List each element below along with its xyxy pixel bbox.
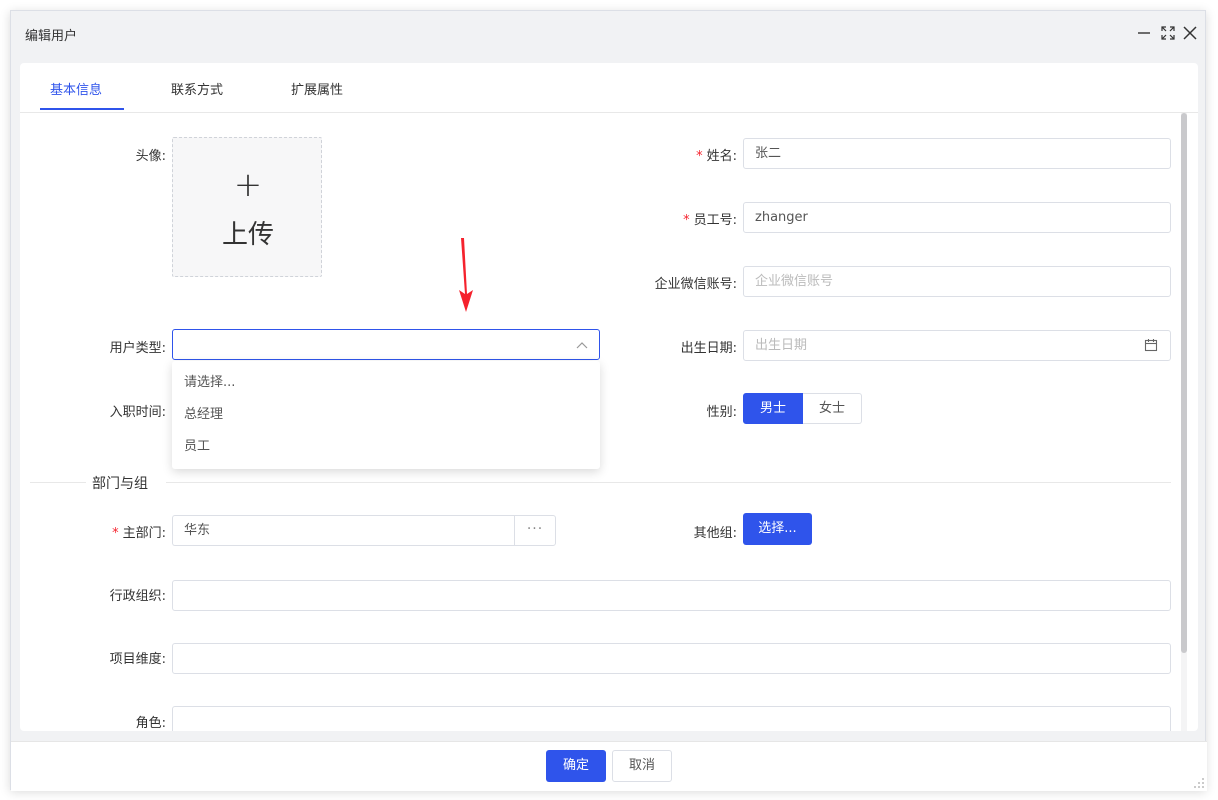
gender-female-button[interactable]: 女士 [803, 393, 862, 424]
section-divider-left [30, 482, 86, 483]
user-type-label: 用户类型: [109, 341, 166, 356]
required-mark: * [112, 526, 119, 541]
role-input[interactable] [172, 706, 1171, 731]
required-mark: * [683, 213, 690, 228]
admin-org-label: 行政组织: [109, 589, 166, 604]
dropdown-option[interactable]: 请选择... [172, 367, 600, 399]
plus-icon: + [233, 165, 263, 205]
name-label: * 姓名: [696, 149, 737, 164]
project-dim-label: 项目维度: [109, 652, 166, 667]
employee-no-input[interactable]: zhanger [743, 202, 1171, 233]
active-tab-indicator [40, 108, 124, 110]
tab-extended-attributes[interactable]: 扩展属性 [291, 79, 343, 98]
tab-contact[interactable]: 联系方式 [171, 79, 223, 98]
wechat-input[interactable]: 企业微信账号 [743, 266, 1171, 297]
minimize-icon[interactable] [1134, 23, 1154, 43]
dialog-footer: 确定 取消 [11, 741, 1207, 791]
form-panel: 基本信息 联系方式 扩展属性 头像: + 上传 * 姓名: 张二 * 员工号: zh… [20, 63, 1198, 731]
role-label: 角色: [135, 716, 166, 731]
select-group-button[interactable]: 选择... [743, 513, 812, 545]
name-input[interactable]: 张二 [743, 138, 1171, 169]
maximize-icon[interactable] [1158, 23, 1178, 43]
close-icon[interactable] [1180, 23, 1200, 43]
dialog-title: 编辑用户 [25, 29, 78, 44]
user-type-select[interactable] [172, 329, 600, 360]
resize-grip-icon[interactable] [1191, 775, 1205, 789]
confirm-button[interactable]: 确定 [546, 750, 606, 782]
avatar-label: 头像: [135, 149, 166, 164]
admin-org-input[interactable] [172, 580, 1171, 611]
gender-male-button[interactable]: 男士 [743, 393, 803, 424]
edit-user-dialog: 编辑用户 基本信息 联系方式 扩展属性 头像: + 上传 * 姓名: 张二 * … [10, 10, 1207, 791]
required-mark: * [696, 149, 703, 164]
cancel-button[interactable]: 取消 [612, 750, 672, 782]
tab-bar: 基本信息 联系方式 扩展属性 [20, 63, 1198, 113]
main-dept-input[interactable]: 华东 [172, 515, 514, 546]
chevron-up-icon[interactable] [576, 341, 588, 349]
scrollbar-thumb[interactable] [1181, 113, 1187, 653]
wechat-label: 企业微信账号: [654, 277, 737, 292]
avatar-upload[interactable]: + 上传 [172, 137, 322, 277]
vertical-scrollbar[interactable] [1181, 113, 1187, 731]
dropdown-option[interactable]: 总经理 [172, 399, 600, 431]
tab-basic-info[interactable]: 基本信息 [50, 79, 102, 98]
birthday-input[interactable]: 出生日期 [743, 330, 1171, 361]
section-divider-right [166, 482, 1171, 483]
birthday-label: 出生日期: [680, 341, 737, 356]
upload-label: 上传 [221, 220, 274, 250]
other-group-label: 其他组: [693, 526, 737, 541]
gender-label: 性别: [706, 405, 737, 420]
employee-no-label: * 员工号: [683, 213, 737, 228]
calendar-icon[interactable] [1144, 338, 1158, 352]
annotation-arrow-icon [459, 238, 473, 312]
main-dept-picker-button[interactable]: ··· [514, 515, 556, 546]
project-dim-input[interactable] [172, 643, 1171, 674]
section-title: 部门与组 [92, 473, 148, 493]
user-type-dropdown: 请选择... 总经理 员工 [172, 361, 600, 469]
dropdown-option[interactable]: 员工 [172, 431, 600, 463]
main-dept-label: * 主部门: [112, 526, 166, 541]
dialog-titlebar: 编辑用户 [11, 11, 1207, 55]
hire-date-label: 入职时间: [109, 405, 166, 420]
